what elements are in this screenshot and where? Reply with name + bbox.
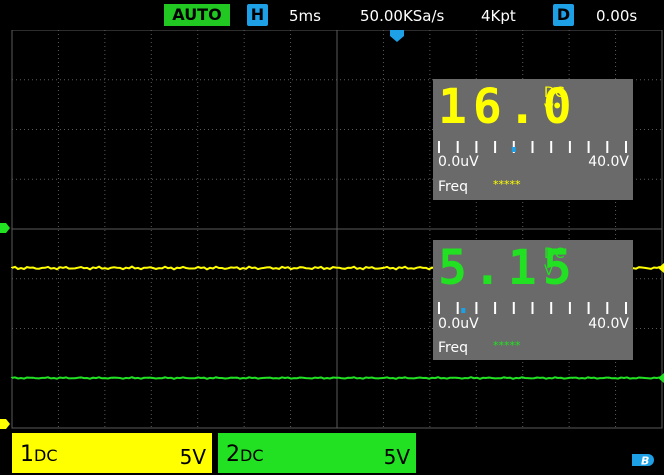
- ch1-level-marker[interactable]: [0, 223, 10, 233]
- status-bar: AUTO H 5ms 50.00KSa/s 4Kpt D 0.00s: [0, 0, 664, 30]
- ch2-trace: [11, 376, 661, 380]
- channel-2-scale: 5V: [383, 445, 410, 469]
- usb-icon: B: [632, 454, 654, 468]
- meter-range-low: 0.0uV: [438, 154, 479, 170]
- memory-depth-value: 4Kpt: [481, 7, 516, 25]
- ch-offset-marker[interactable]: [0, 419, 10, 429]
- channel-1-label: 1DC: [20, 442, 58, 467]
- meter-range-high: 40.0V: [588, 154, 629, 170]
- channel-1-box[interactable]: 1DC 5V: [12, 433, 212, 473]
- horizontal-icon[interactable]: H: [247, 4, 268, 26]
- range-indicator: [461, 308, 466, 313]
- freq-label: Freq: [438, 179, 468, 195]
- freq-value: *****: [493, 178, 521, 191]
- timebase-value: 5ms: [289, 7, 321, 25]
- meter-unit: V: [544, 263, 554, 279]
- meter-range-low: 0.0uV: [438, 316, 479, 332]
- trigger-position-marker[interactable]: [390, 30, 404, 42]
- channel-2-label: 2DC: [226, 442, 264, 467]
- meter-coupling: DC: [544, 246, 565, 262]
- meter-panel-ch2: 5.15 DC V 0.0uV 40.0V Freq *****: [433, 240, 633, 360]
- meter-coupling: DC: [544, 85, 565, 101]
- range-indicator: [511, 147, 516, 152]
- trigger-mode-badge[interactable]: AUTO: [164, 4, 230, 26]
- sample-rate-value: 50.00KSa/s: [360, 7, 445, 25]
- ch2-right-marker: [658, 373, 664, 383]
- freq-value: *****: [493, 339, 521, 352]
- channel-1-scale: 5V: [179, 445, 206, 469]
- meter-range-high: 40.0V: [588, 316, 629, 332]
- delay-value: 0.00s: [596, 7, 638, 25]
- channel-2-box[interactable]: 2DC 5V: [218, 433, 416, 473]
- meter-unit: V: [544, 102, 554, 118]
- delay-icon[interactable]: D: [553, 4, 574, 26]
- freq-label: Freq: [438, 340, 468, 356]
- meter-panel-ch1: 16.0 DC V 0.0uV 40.0V Freq *****: [433, 79, 633, 200]
- scope-screen: [0, 29, 664, 429]
- svg-text:B: B: [641, 455, 649, 468]
- ch1-right-marker: [658, 263, 664, 273]
